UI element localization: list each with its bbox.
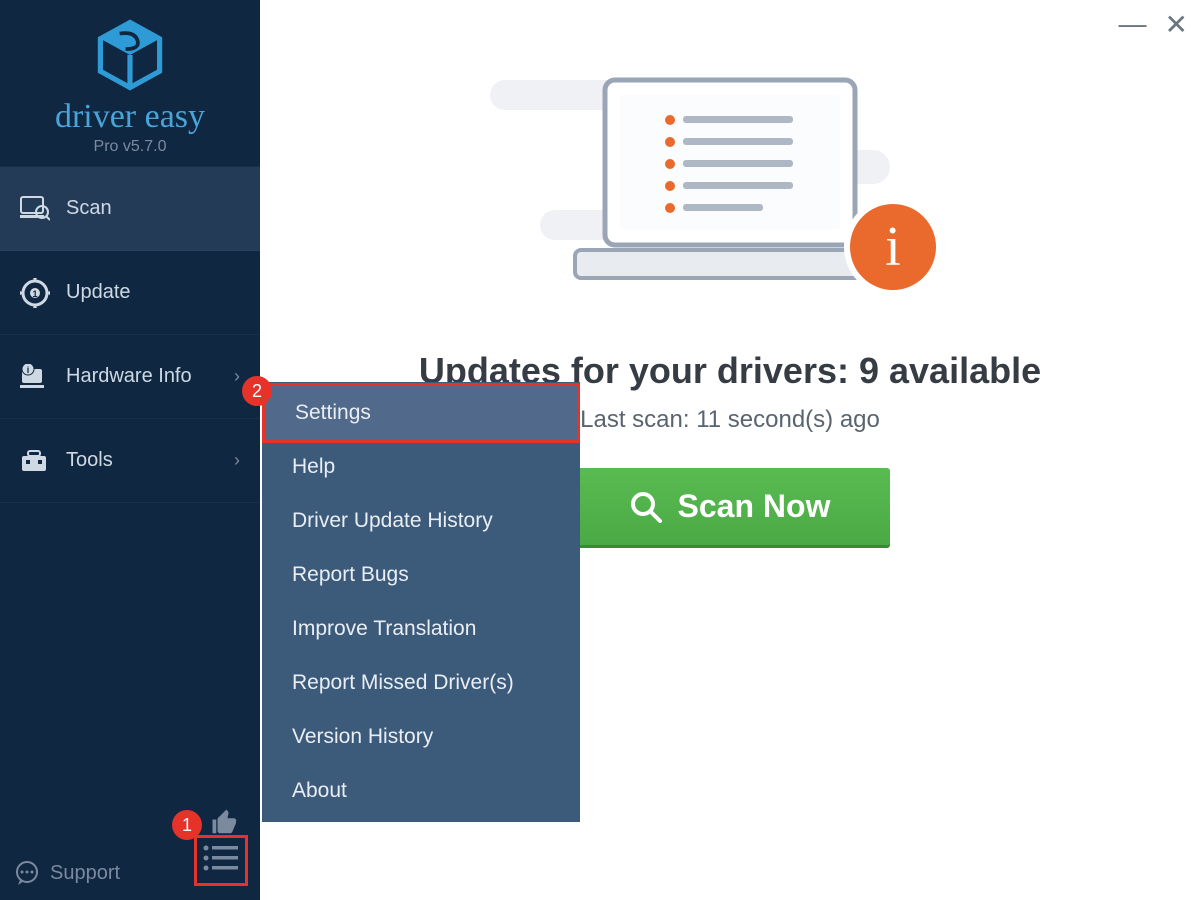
menu-item-about[interactable]: About [262, 764, 580, 818]
annotation-badge-2: 2 [242, 376, 272, 406]
menu-item-report-bugs[interactable]: Report Bugs [262, 548, 580, 602]
sidebar-item-tools[interactable]: Tools › [0, 419, 260, 503]
close-button[interactable]: ✕ [1165, 8, 1188, 41]
svg-text:1: 1 [32, 289, 37, 299]
menu-item-driver-update-history[interactable]: Driver Update History [262, 494, 580, 548]
search-icon [630, 491, 662, 523]
scan-button-label: Scan Now [678, 488, 831, 525]
logo-area: driver easy Pro v5.7.0 [0, 0, 260, 167]
app-version: Pro v5.7.0 [0, 138, 260, 156]
scan-now-button[interactable]: Scan Now [570, 468, 891, 545]
chat-icon [14, 860, 40, 886]
menu-item-version-history[interactable]: Version History [262, 710, 580, 764]
menu-item-help[interactable]: Help [262, 440, 580, 494]
annotation-badge-1: 1 [172, 810, 202, 840]
chevron-right-icon: › [234, 366, 240, 387]
sidebar-item-label: Hardware Info [66, 365, 192, 388]
sidebar-item-scan[interactable]: Scan [0, 167, 260, 251]
minimize-button[interactable]: — [1119, 8, 1147, 41]
scan-illustration: i [480, 40, 980, 320]
window-controls: — ✕ [1119, 8, 1188, 41]
tools-icon [20, 448, 50, 474]
info-badge-icon: i [844, 198, 942, 296]
menu-item-improve-translation[interactable]: Improve Translation [262, 602, 580, 656]
sidebar: driver easy Pro v5.7.0 Scan 1 Update i H… [0, 0, 260, 900]
update-icon: 1 [20, 278, 50, 308]
menu-button[interactable] [194, 835, 248, 886]
sidebar-item-label: Scan [66, 197, 112, 220]
headline-count: 9 available [859, 350, 1041, 391]
svg-text:i: i [27, 365, 30, 375]
sidebar-item-label: Tools [66, 449, 113, 472]
sidebar-item-hardware-info[interactable]: i Hardware Info › [0, 335, 260, 419]
menu-item-settings[interactable]: Settings [262, 383, 580, 443]
hardware-info-icon: i [20, 364, 50, 390]
sidebar-item-label: Update [66, 281, 131, 304]
support-label: Support [50, 862, 120, 885]
app-name: driver easy [0, 98, 260, 136]
thumbs-up-icon [210, 807, 240, 837]
menu-item-report-missed-drivers[interactable]: Report Missed Driver(s) [262, 656, 580, 710]
app-logo-icon [93, 18, 167, 92]
sidebar-bottom: Support [0, 825, 260, 900]
support-link[interactable]: Support [14, 860, 120, 886]
chevron-right-icon: › [234, 450, 240, 471]
context-menu: Settings Help Driver Update History Repo… [262, 382, 580, 822]
sidebar-item-update[interactable]: 1 Update [0, 251, 260, 335]
scan-icon [20, 196, 50, 222]
last-scan-text: Last scan: 11 second(s) ago [580, 406, 880, 434]
menu-list-icon [201, 842, 241, 874]
